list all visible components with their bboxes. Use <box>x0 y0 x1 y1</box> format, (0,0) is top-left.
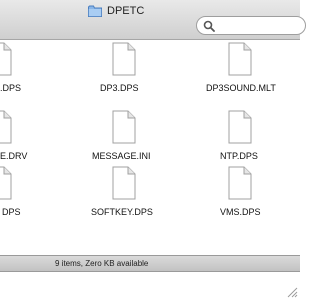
file-item[interactable]: DP3SOUND.MLT <box>180 42 300 102</box>
search-input[interactable] <box>218 18 298 33</box>
file-item[interactable]: NTP.DPS <box>180 110 300 170</box>
file-item[interactable]: MESSAGE.INI <box>64 110 184 170</box>
file-item[interactable]: VMS.DPS <box>180 166 300 226</box>
file-item[interactable]: DPS <box>0 166 60 226</box>
file-name: MESSAGE.INI <box>92 151 151 161</box>
file-name: DP3.DPS <box>100 83 139 93</box>
document-icon <box>0 110 12 144</box>
window-bottom <box>0 272 300 300</box>
document-icon <box>0 166 12 200</box>
document-icon <box>112 42 136 76</box>
file-item[interactable]: SOFTKEY.DPS <box>64 166 184 226</box>
file-name: NTP.DPS <box>220 151 258 161</box>
file-name: VMS.DPS <box>220 207 261 217</box>
window-title: DPETC <box>107 5 145 17</box>
file-name: SOFTKEY.DPS <box>91 207 153 217</box>
title-bar[interactable]: DPETC <box>0 0 306 40</box>
file-name: .DPS <box>0 83 22 93</box>
file-item[interactable]: .DPS <box>0 42 60 102</box>
file-name: DPS <box>2 207 21 217</box>
search-field[interactable] <box>196 16 306 35</box>
document-icon <box>0 42 12 76</box>
file-item[interactable]: E.DRV <box>0 110 60 170</box>
folder-icon <box>88 5 102 17</box>
search-icon <box>203 20 215 32</box>
finder-window: DPETC .DPS DP3.DPS DP3SOUND.MLT E.DRV ME… <box>0 0 306 300</box>
status-text: 9 items, Zero KB available <box>55 259 149 268</box>
document-icon <box>228 110 252 144</box>
document-icon <box>228 166 252 200</box>
file-grid: .DPS DP3.DPS DP3SOUND.MLT E.DRV MESSAGE.… <box>0 40 300 255</box>
resize-grip-icon[interactable] <box>287 287 298 298</box>
file-name: E.DRV <box>0 151 28 161</box>
file-item[interactable]: DP3.DPS <box>64 42 184 102</box>
status-bar: 9 items, Zero KB available <box>0 255 300 272</box>
file-name: DP3SOUND.MLT <box>206 83 276 93</box>
document-icon <box>112 110 136 144</box>
window-title-group: DPETC <box>88 4 144 18</box>
document-icon <box>112 166 136 200</box>
document-icon <box>228 42 252 76</box>
